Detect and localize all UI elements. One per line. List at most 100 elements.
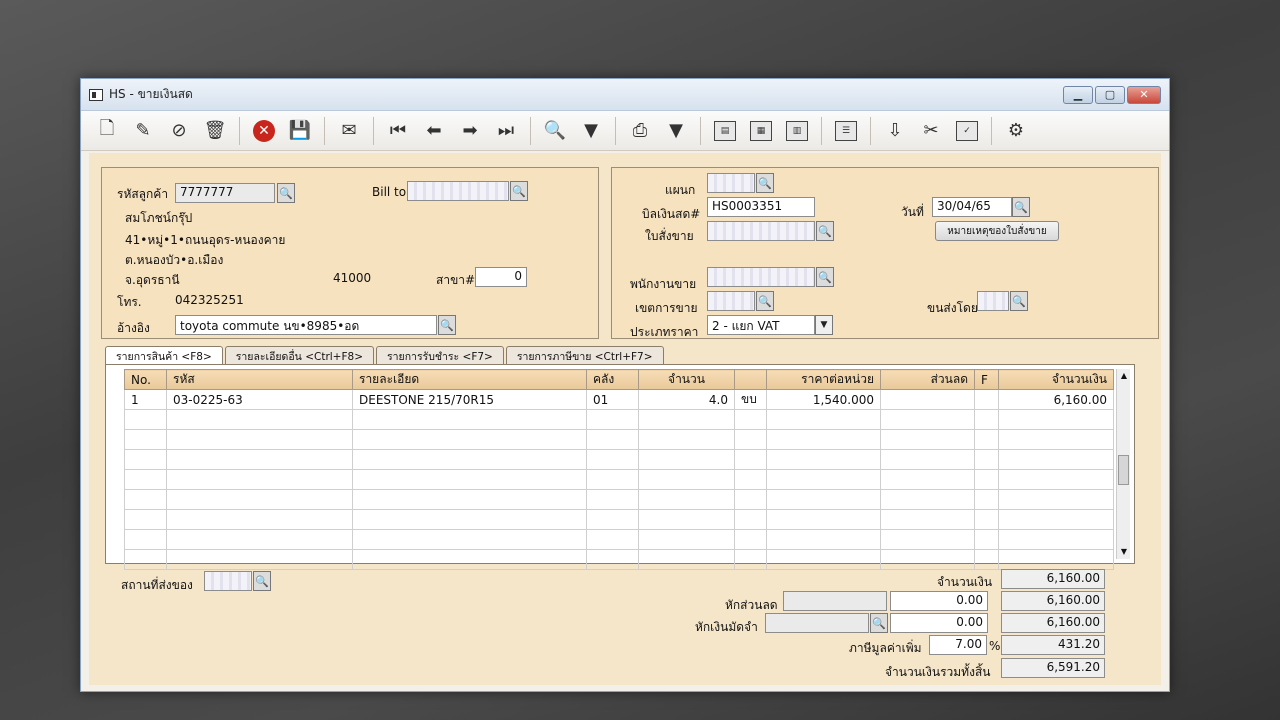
table-cell[interactable] — [586, 409, 639, 430]
vat-rate-field[interactable]: 7.00 — [929, 635, 987, 655]
table-row[interactable] — [124, 429, 1114, 450]
table-cell[interactable] — [998, 489, 1114, 510]
table-cell[interactable] — [734, 469, 767, 490]
next-record-icon[interactable]: ➡ — [454, 116, 486, 146]
table-cell[interactable] — [766, 489, 881, 510]
table-cell[interactable] — [124, 469, 167, 490]
col-description[interactable]: รายละเอียด — [352, 369, 587, 390]
table-row[interactable] — [124, 549, 1114, 570]
department-lookup-icon[interactable]: 🔍 — [756, 173, 774, 193]
table-row[interactable] — [124, 509, 1114, 530]
table-cell[interactable] — [998, 529, 1114, 550]
bill-number-field[interactable]: HS0003351 — [707, 197, 815, 217]
ok-icon[interactable]: ✓ — [951, 116, 983, 146]
col-warehouse[interactable]: คลัง — [586, 369, 639, 390]
customer-lookup-icon[interactable]: 🔍 — [277, 183, 295, 203]
table-row[interactable] — [124, 409, 1114, 430]
table-cell[interactable] — [352, 489, 587, 510]
sales-order-lookup-icon[interactable]: 🔍 — [816, 221, 834, 241]
table-cell[interactable]: DEESTONE 215/70R15 — [352, 389, 587, 410]
discount-text-field[interactable] — [783, 591, 887, 611]
sales-area-field[interactable] — [707, 291, 755, 311]
table-cell[interactable] — [974, 449, 999, 470]
first-record-icon[interactable]: ⏮ — [382, 116, 414, 146]
table-cell[interactable] — [124, 429, 167, 450]
table-cell[interactable] — [352, 529, 587, 550]
table-cell[interactable] — [974, 529, 999, 550]
table-cell[interactable] — [124, 509, 167, 530]
tab-payments[interactable]: รายการรับชำระ <F7> — [376, 346, 504, 365]
col-quantity[interactable]: จำนวน — [638, 369, 735, 390]
table-cell[interactable] — [766, 469, 881, 490]
table-cell[interactable] — [166, 509, 353, 530]
table-cell[interactable] — [734, 409, 767, 430]
table-row[interactable]: 1 03-0225-63 DEESTONE 215/70R15 01 4.0 ขบ 1,54… — [124, 389, 1114, 410]
table-cell[interactable] — [586, 489, 639, 510]
col-amount[interactable]: จำนวนเงิน — [998, 369, 1114, 390]
col-discount[interactable]: ส่วนลด — [880, 369, 975, 390]
table-cell[interactable] — [352, 549, 587, 570]
table-cell[interactable] — [998, 449, 1114, 470]
table-cell[interactable] — [124, 449, 167, 470]
table-row[interactable] — [124, 469, 1114, 490]
table-cell[interactable] — [638, 429, 735, 450]
tab-other-details[interactable]: รายละเอียดอื่น <Ctrl+F8> — [224, 346, 374, 365]
table-cell[interactable] — [586, 429, 639, 450]
table-cell[interactable]: 1,540.000 — [766, 389, 881, 410]
trash-icon[interactable]: 🗑 — [199, 116, 231, 146]
shipping-lookup-icon[interactable]: 🔍 — [1010, 291, 1028, 311]
date-picker-icon[interactable]: 🔍 — [1012, 197, 1030, 217]
table-cell[interactable] — [586, 469, 639, 490]
table-cell[interactable] — [974, 549, 999, 570]
find-dropdown-icon[interactable]: ▼ — [575, 116, 607, 146]
table-cell[interactable] — [998, 469, 1114, 490]
table-cell[interactable]: 03-0225-63 — [166, 389, 353, 410]
find-icon[interactable]: 🔍 — [539, 116, 571, 146]
table-cell[interactable] — [734, 449, 767, 470]
salesperson-field[interactable] — [707, 267, 815, 287]
table-cell[interactable] — [638, 489, 735, 510]
order-remark-button[interactable]: หมายเหตุของใบสั่งขาย — [935, 221, 1059, 241]
table-cell[interactable] — [586, 549, 639, 570]
table-cell[interactable] — [352, 469, 587, 490]
salesperson-lookup-icon[interactable]: 🔍 — [816, 267, 834, 287]
table-cell[interactable] — [166, 489, 353, 510]
link-icon[interactable]: ✂ — [915, 116, 947, 146]
table-cell[interactable] — [124, 549, 167, 570]
table-cell[interactable] — [638, 549, 735, 570]
last-record-icon[interactable]: ⏭ — [490, 116, 522, 146]
table-cell[interactable] — [974, 489, 999, 510]
void-icon[interactable]: ⊘ — [163, 116, 195, 146]
discount-value[interactable]: 0.00 — [890, 591, 988, 611]
table-cell[interactable] — [766, 529, 881, 550]
tab-sales-tax[interactable]: รายการภาษีขาย <Ctrl+F7> — [505, 346, 664, 365]
grid-scrollbar[interactable]: ▲ ▼ — [1116, 369, 1130, 559]
table-cell[interactable] — [638, 409, 735, 430]
table-cell[interactable] — [880, 489, 975, 510]
cancel-button[interactable]: ✕ — [248, 116, 280, 146]
bill-to-field[interactable] — [407, 181, 509, 201]
table-cell[interactable] — [124, 489, 167, 510]
table-cell[interactable] — [734, 549, 767, 570]
table-cell[interactable] — [880, 549, 975, 570]
table-cell[interactable] — [352, 409, 587, 430]
approve-icon[interactable]: ⇩ — [879, 116, 911, 146]
save-icon[interactable]: 💾 — [284, 116, 316, 146]
reference-lookup-icon[interactable]: 🔍 — [438, 315, 456, 335]
col-code[interactable]: รหัส — [166, 369, 353, 390]
table-cell[interactable] — [766, 429, 881, 450]
table-cell[interactable]: 1 — [124, 389, 167, 410]
table-cell[interactable] — [352, 449, 587, 470]
table-cell[interactable] — [586, 449, 639, 470]
table-cell[interactable] — [974, 389, 999, 410]
maximize-button[interactable]: ▢ — [1095, 85, 1125, 104]
bill-to-lookup-icon[interactable]: 🔍 — [510, 181, 528, 201]
deposit-ref-field[interactable] — [765, 613, 869, 633]
table-cell[interactable] — [880, 509, 975, 530]
table-cell[interactable]: 4.0 — [638, 389, 735, 410]
table-cell[interactable] — [586, 509, 639, 530]
prev-record-icon[interactable]: ⬅ — [418, 116, 450, 146]
deposit-value[interactable]: 0.00 — [890, 613, 988, 633]
table-cell[interactable] — [124, 409, 167, 430]
table-cell[interactable] — [734, 509, 767, 530]
